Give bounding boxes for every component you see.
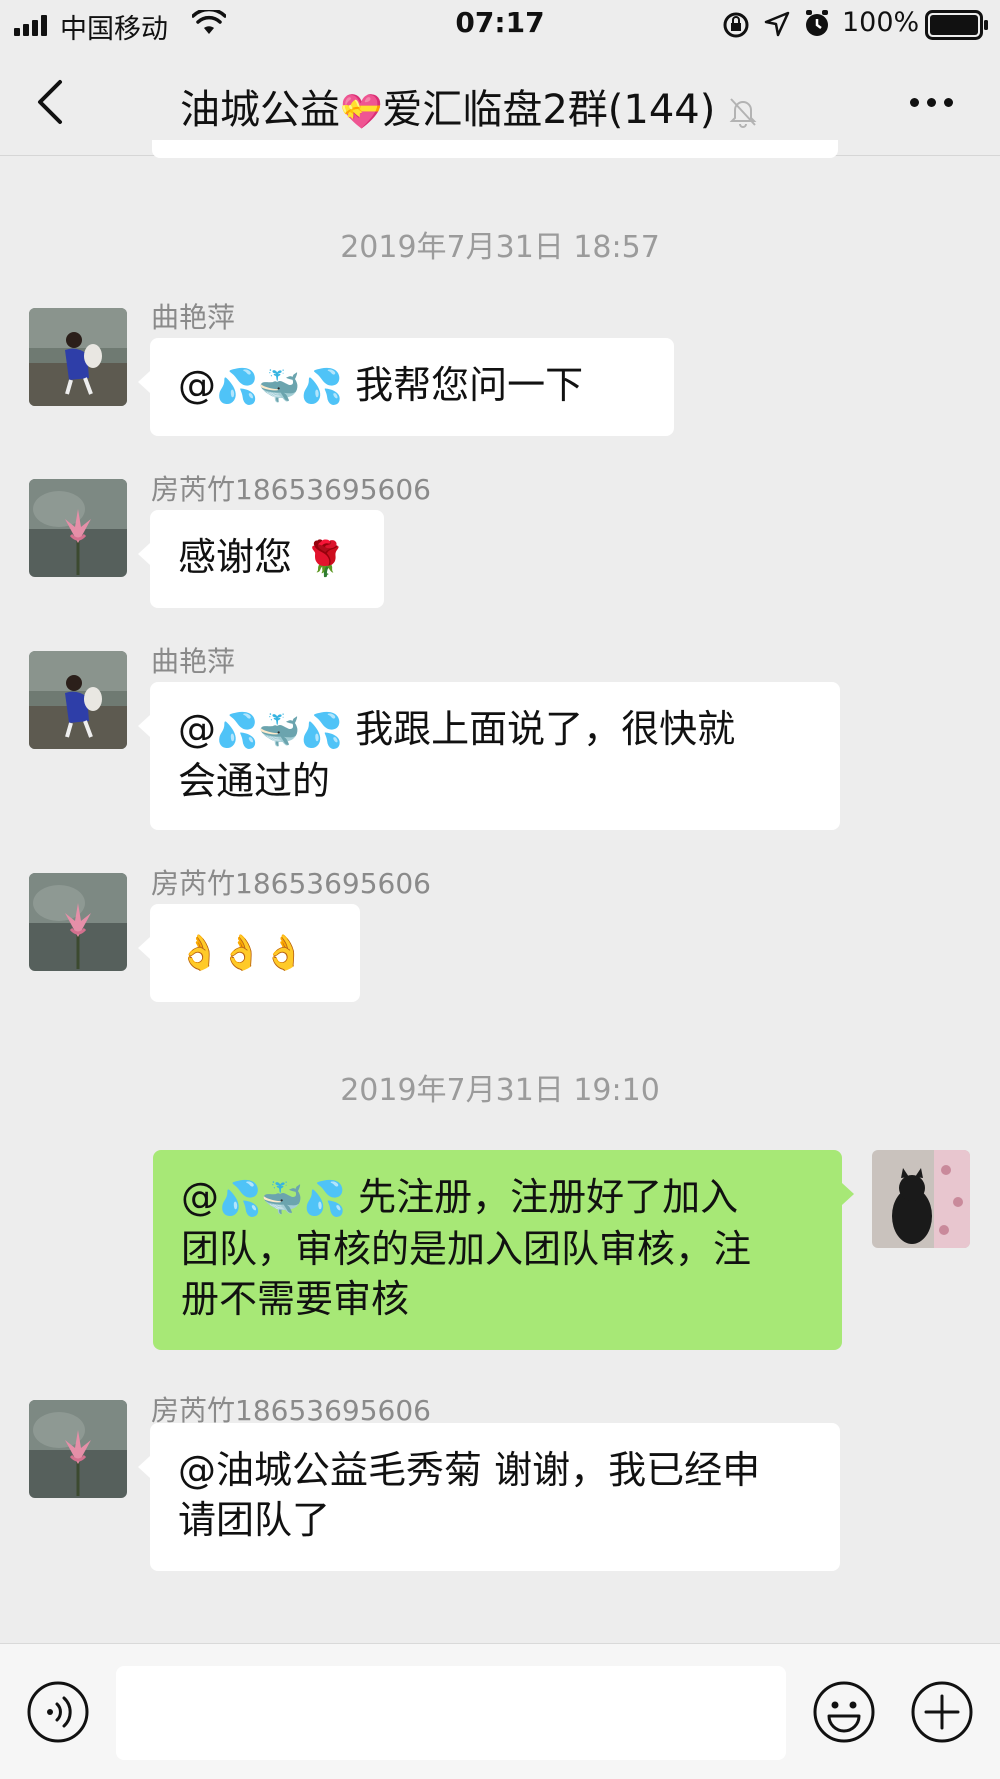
mention-tag: @ [181, 1175, 219, 1219]
avatar-fangruizhu[interactable] [29, 1400, 127, 1498]
message-bubble-self[interactable]: @💦🐳💦 先注册，注册好了加入 团队，审核的是加入团队审核，注 册不需要审核 [153, 1150, 854, 1350]
message-timestamp: 2019年7月31日 19:10 [340, 1073, 660, 1108]
avatar-quyanping[interactable] [29, 308, 127, 406]
chat-title: 油城公益💝爱汇临盘2群(144) [180, 77, 820, 135]
message-text-line: 册不需要审核 [181, 1277, 410, 1321]
message-bubble[interactable]: 👌👌👌 [138, 904, 360, 1002]
battery-percent: 100% [842, 7, 920, 38]
message-bubble[interactable]: @油城公益毛秀菊 谢谢，我已经申 请团队了 [138, 1423, 840, 1571]
rotation-lock-icon [723, 12, 749, 38]
battery-icon [925, 10, 988, 40]
location-arrow-icon [764, 11, 790, 37]
message-timestamp: 2019年7月31日 18:57 [340, 230, 660, 265]
message-text-line: 会通过的 [178, 759, 331, 803]
heart-ribbon-icon: 💝 [340, 92, 383, 132]
message-text-line: 我跟上面说了，很快就 [355, 707, 736, 751]
avatar-self[interactable] [872, 1150, 970, 1248]
emoji-smiley-icon[interactable] [812, 1680, 876, 1744]
sweat-droplets-emoji: 💦🐳💦 [219, 1179, 347, 1219]
message-bubble[interactable]: 感谢您 🌹 [138, 510, 384, 608]
message-text: 感谢您 [178, 535, 293, 579]
avatar-quyanping[interactable] [29, 651, 127, 749]
chat-title-suffix: 爱汇临盘2群(144) [382, 87, 716, 133]
message-text-line: 请团队了 [178, 1498, 331, 1542]
mention-tag: @ [178, 363, 216, 407]
back-chevron-icon[interactable] [30, 76, 74, 128]
sender-name: 曲艳萍 [151, 645, 236, 678]
sweat-droplets-emoji: 💦🐳💦 [216, 711, 344, 751]
alarm-icon [806, 10, 828, 36]
message-input[interactable] [116, 1666, 786, 1760]
message-text-line: 先注册，注册好了加入 [358, 1175, 739, 1219]
more-options-icon[interactable] [906, 92, 958, 112]
message-bubble[interactable]: @💦🐳💦 我帮您问一下 [138, 338, 674, 436]
chat-input-bar [0, 1643, 1000, 1779]
rose-emoji: 🌹 [304, 539, 347, 579]
add-plus-icon[interactable] [910, 1680, 974, 1744]
sender-name: 房芮竹18653695606 [151, 473, 431, 506]
sweat-droplets-emoji: 💦🐳💦 [216, 367, 344, 407]
ok-hand-emoji: 👌👌👌 [178, 933, 306, 973]
avatar-fangruizhu[interactable] [29, 873, 127, 971]
previous-message-bubble [152, 140, 838, 158]
sender-name: 曲艳萍 [151, 301, 236, 334]
message-bubble[interactable]: @💦🐳💦 我跟上面说了，很快就 会通过的 [138, 682, 840, 830]
message-text: 我帮您问一下 [355, 363, 584, 407]
status-bar: 中国移动 07:17 100% [0, 0, 1000, 50]
avatar-fangruizhu[interactable] [29, 479, 127, 577]
message-text-line: 团队，审核的是加入团队审核，注 [181, 1227, 752, 1271]
bell-off-icon [729, 98, 757, 128]
voice-input-icon[interactable] [26, 1680, 90, 1744]
message-text-line: @油城公益毛秀菊 谢谢，我已经申 [178, 1448, 761, 1492]
mention-tag: @ [178, 707, 216, 751]
chat-title-prefix: 油城公益 [180, 87, 340, 133]
sender-name: 房芮竹18653695606 [151, 867, 431, 900]
